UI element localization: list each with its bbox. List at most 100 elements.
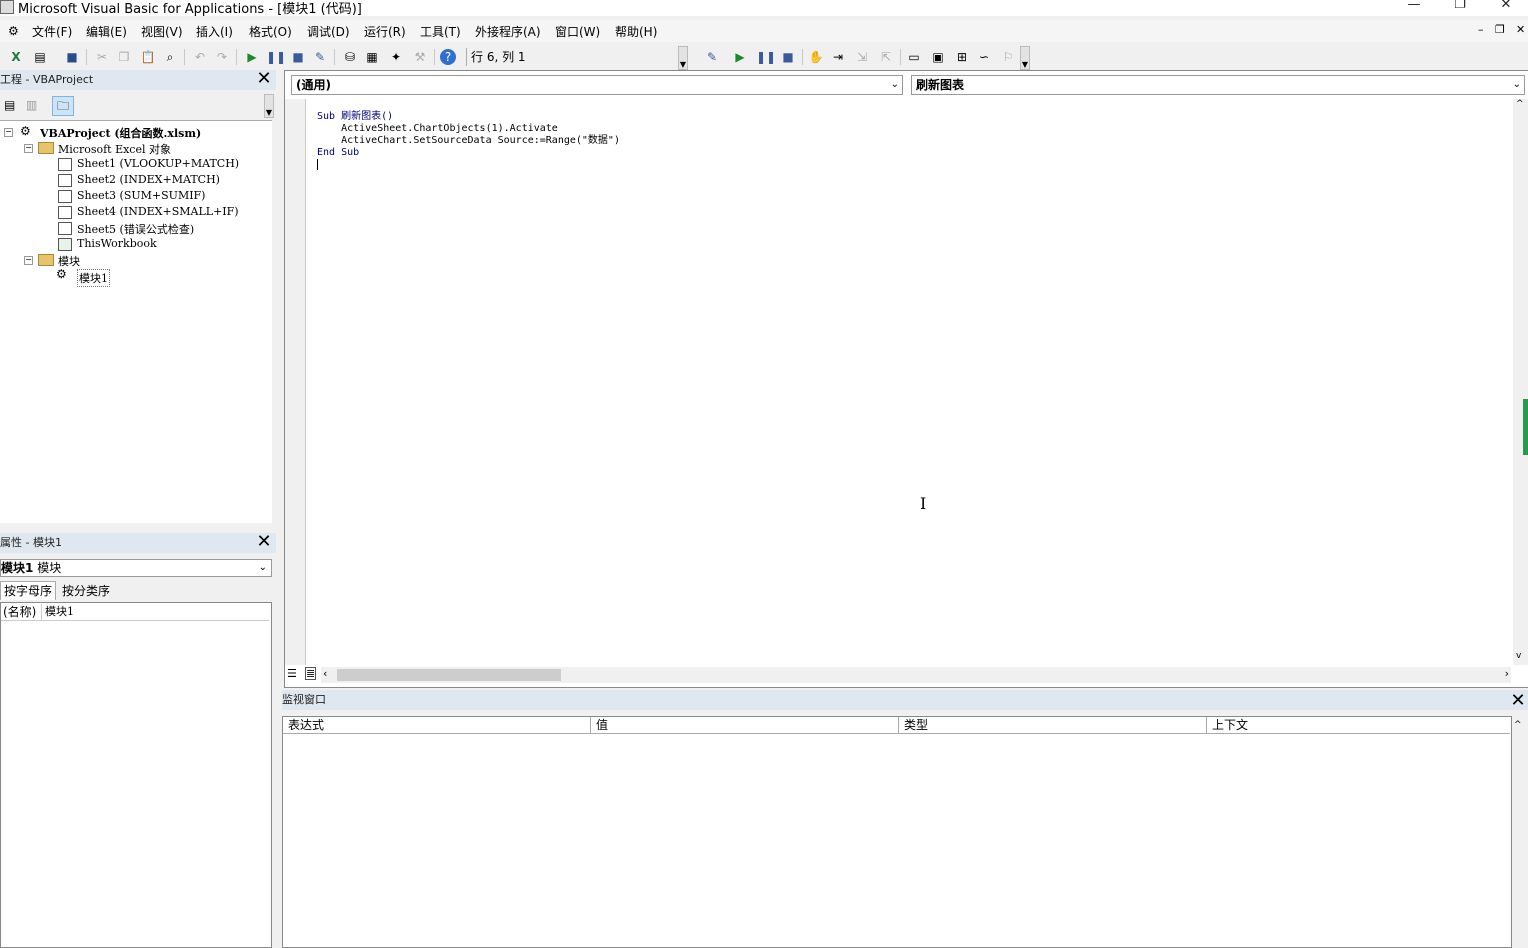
scroll-right-icon[interactable]: › <box>1505 667 1509 680</box>
menu-debug[interactable]: 调试(D) <box>307 23 350 40</box>
menu-file[interactable]: 文件(F) <box>32 23 72 40</box>
mdi-close-button[interactable]: ✕ <box>1516 23 1525 36</box>
code-line[interactable]: Sub 刷新图表() <box>317 111 620 123</box>
tree-item-sheet2[interactable]: Sheet2 (INDEX+MATCH) <box>77 173 220 186</box>
scroll-down-icon[interactable]: v <box>1516 651 1521 661</box>
tree-item-thisworkbook[interactable]: ThisWorkbook <box>77 237 157 250</box>
toolbox-icon[interactable]: ⚒ <box>412 49 428 65</box>
watch-close-icon[interactable]: ✕ <box>1510 692 1526 710</box>
scroll-up-icon[interactable]: ^ <box>1514 720 1522 730</box>
tree-item-sheet1[interactable]: Sheet1 (VLOOKUP+MATCH) <box>77 157 239 170</box>
menu-edit[interactable]: 编辑(E) <box>86 23 127 40</box>
mdi-restore-button[interactable]: ❐ <box>1495 23 1505 36</box>
quick-watch-icon[interactable]: ∽ <box>976 49 992 65</box>
copy-icon[interactable]: ❐ <box>116 49 132 65</box>
undo-icon[interactable]: ↶ <box>192 49 208 65</box>
break-icon[interactable]: ❚❚ <box>266 49 286 65</box>
locals-window-icon[interactable]: ▭ <box>906 49 922 65</box>
view-object-icon[interactable]: ▥ <box>26 98 37 112</box>
menu-format[interactable]: 格式(O) <box>249 23 292 40</box>
mouse-ibeam-cursor: I <box>920 494 927 513</box>
menu-tools[interactable]: 工具(T) <box>420 23 461 40</box>
procedure-combo[interactable]: 刷新图表 ⌄ <box>911 75 1525 95</box>
step-over-icon[interactable]: ⇲ <box>854 49 870 65</box>
save-icon[interactable]: ■ <box>64 49 80 65</box>
tree-item-excel-objects[interactable]: Microsoft Excel 对象 <box>58 141 171 157</box>
horizontal-scrollbar[interactable]: ‹ › <box>321 667 1511 683</box>
minimize-button[interactable]: — <box>1404 0 1424 13</box>
code-editor[interactable]: Sub 刷新图表() ActiveSheet.ChartObjects(1).A… <box>317 111 620 170</box>
vertical-scrollbar[interactable]: ^ v <box>1513 99 1528 665</box>
code-margin-indicator-bar[interactable] <box>285 99 306 665</box>
column-context[interactable]: 上下文 <box>1207 717 1510 734</box>
scroll-up-icon[interactable]: ^ <box>1516 99 1524 109</box>
menu-insert[interactable]: 插入(I) <box>196 23 233 40</box>
cut-icon[interactable]: ✂ <box>94 49 110 65</box>
vba-system-icon[interactable]: ⚙ <box>8 24 19 38</box>
toolbar-overflow-grip-2[interactable]: ▼ <box>1020 46 1030 70</box>
design-mode-icon-2[interactable]: ✎ <box>704 49 720 65</box>
tree-item-sheet4[interactable]: Sheet4 (INDEX+SMALL+IF) <box>77 205 239 218</box>
tree-item-sheet3[interactable]: Sheet3 (SUM+SUMIF) <box>77 189 205 202</box>
restore-button[interactable]: ❐ <box>1450 0 1470 13</box>
project-toolbar-grip[interactable]: ▼ <box>264 94 274 118</box>
object-browser-icon[interactable]: ✦ <box>388 49 404 65</box>
excel-view-icon[interactable]: X <box>8 49 24 65</box>
tree-item-vbaproject[interactable]: VBAProject (组合函数.xlsm) <box>40 125 201 141</box>
expander-modules[interactable]: − <box>24 256 33 265</box>
run-icon-2[interactable]: ▶ <box>732 49 748 65</box>
expander-excel-objects[interactable]: − <box>24 144 33 153</box>
scroll-left-icon[interactable]: ‹ <box>323 667 327 680</box>
paste-icon[interactable]: 📋 <box>140 49 156 65</box>
call-stack-icon[interactable]: ⚐ <box>1000 49 1016 65</box>
properties-window-icon[interactable]: ▦ <box>364 49 380 65</box>
tree-item-module1[interactable]: 模块1 <box>77 269 110 287</box>
insert-userform-icon[interactable]: ▤ <box>32 49 48 65</box>
menu-addins[interactable]: 外接程序(A) <box>475 23 541 40</box>
expander-vbaproject[interactable]: − <box>4 128 13 137</box>
full-module-view-icon[interactable]: ≣ <box>305 667 317 680</box>
props-close-icon[interactable]: ✕ <box>256 533 272 551</box>
toggle-folders-icon[interactable]: 🗀 <box>52 96 74 116</box>
hscroll-thumb[interactable] <box>337 669 561 681</box>
column-type[interactable]: 类型 <box>899 717 1207 734</box>
toolbar-overflow-grip[interactable]: ▼ <box>678 46 688 70</box>
menu-view[interactable]: 视图(V) <box>141 23 183 40</box>
project-explorer-icon[interactable]: ⛁ <box>342 49 358 65</box>
property-row[interactable]: (名称) 模块1 <box>1 604 269 621</box>
property-value[interactable]: 模块1 <box>45 604 74 620</box>
close-button[interactable]: ✕ <box>1496 0 1516 13</box>
menu-window[interactable]: 窗口(W) <box>555 23 600 40</box>
menu-help[interactable]: 帮助(H) <box>615 23 657 40</box>
toggle-breakpoint-icon[interactable]: ✋ <box>808 49 824 65</box>
design-mode-icon[interactable]: ✎ <box>312 49 328 65</box>
code-line[interactable]: End Sub <box>317 147 620 159</box>
tab-alphabetic[interactable]: 按字母序 <box>0 581 57 600</box>
column-value[interactable]: 值 <box>591 717 899 734</box>
step-into-icon[interactable]: ⇥ <box>830 49 846 65</box>
watch-list: 表达式 值 类型 上下文 <box>282 716 1512 948</box>
reset-icon-2[interactable]: ■ <box>780 49 796 65</box>
watch-window-icon[interactable]: ⊞ <box>954 49 970 65</box>
procedure-view-icon[interactable]: ☰ <box>287 667 297 680</box>
tab-categorized[interactable]: 按分类序 <box>58 583 114 599</box>
code-line[interactable]: ActiveSheet.ChartObjects(1).Activate <box>317 123 620 135</box>
object-combo[interactable]: (通用) ⌄ <box>291 75 903 95</box>
object-dropdown[interactable]: 模块1 模块 ⌄ <box>0 559 272 577</box>
tree-item-sheet5[interactable]: Sheet5 (错误公式检查) <box>77 221 194 237</box>
menu-run[interactable]: 运行(R) <box>364 23 406 40</box>
break-icon-2[interactable]: ❚❚ <box>756 49 776 65</box>
redo-icon[interactable]: ↷ <box>214 49 230 65</box>
immediate-window-icon[interactable]: ▣ <box>930 49 946 65</box>
run-icon[interactable]: ▶ <box>244 49 260 65</box>
step-out-icon[interactable]: ⇱ <box>878 49 894 65</box>
mdi-minimize-button[interactable]: – <box>1478 23 1484 36</box>
project-close-icon[interactable]: ✕ <box>256 70 272 88</box>
column-expression[interactable]: 表达式 <box>283 717 591 734</box>
find-icon[interactable]: ⌕ <box>162 49 178 65</box>
view-code-icon[interactable]: ▤ <box>4 98 15 112</box>
help-icon[interactable]: ? <box>440 49 456 65</box>
reset-icon[interactable]: ■ <box>290 49 306 65</box>
code-line[interactable]: ActiveChart.SetSourceData Source:=Range(… <box>317 135 620 147</box>
scroll-thumb[interactable] <box>1523 399 1528 455</box>
